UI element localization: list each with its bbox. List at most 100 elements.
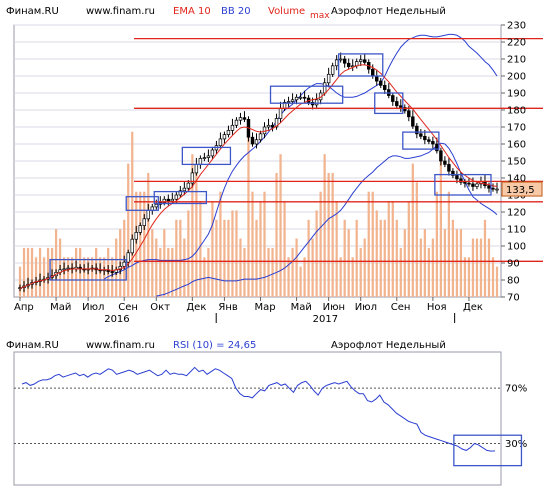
y-tick-label: 80 bbox=[507, 276, 520, 287]
candle-body bbox=[399, 105, 403, 108]
candle-body bbox=[254, 139, 259, 145]
volume-bar bbox=[371, 191, 374, 297]
volume-bar bbox=[339, 257, 342, 297]
rsi-level-label: 30% bbox=[505, 439, 527, 450]
candle-body bbox=[467, 182, 471, 185]
y-tick-label: 200 bbox=[507, 72, 526, 83]
candle-body bbox=[395, 101, 399, 107]
volume-bar bbox=[147, 172, 150, 297]
y-tick-label: 190 bbox=[507, 89, 526, 100]
candle-body bbox=[182, 187, 187, 192]
volume-bar bbox=[30, 247, 34, 297]
y-tick-label: 220 bbox=[507, 38, 526, 49]
x-month-label: Май bbox=[50, 302, 71, 313]
volume-bar bbox=[443, 229, 447, 297]
volume-bar bbox=[54, 229, 58, 297]
volume-bar bbox=[179, 219, 182, 297]
candle-body bbox=[262, 126, 267, 135]
volume-bar bbox=[239, 238, 242, 297]
candle-body bbox=[250, 136, 255, 145]
y-tick-label: 150 bbox=[507, 157, 526, 168]
y-tick-label: 180 bbox=[507, 106, 526, 117]
volume-bar bbox=[127, 163, 130, 297]
candle-body bbox=[238, 117, 243, 121]
volume-bar bbox=[83, 257, 86, 297]
candle-body bbox=[375, 75, 379, 82]
candle-body bbox=[383, 84, 387, 90]
candle-body bbox=[342, 58, 347, 64]
candle-body bbox=[379, 80, 383, 86]
candle-body bbox=[122, 261, 126, 267]
volume-bar bbox=[227, 219, 230, 297]
candle-body bbox=[302, 96, 307, 99]
volume-bar bbox=[363, 238, 366, 297]
candle-body bbox=[126, 252, 130, 263]
candle-body bbox=[174, 194, 179, 200]
volume-bar bbox=[335, 201, 338, 297]
volume-bar bbox=[447, 191, 451, 297]
rsi-header-url: www.finam.ru bbox=[86, 340, 155, 351]
candle-body bbox=[423, 136, 427, 141]
volume-bar bbox=[199, 201, 202, 297]
volume-bar bbox=[463, 257, 467, 297]
candle-body bbox=[202, 157, 207, 159]
volume-bar bbox=[379, 219, 382, 297]
volume-bar bbox=[46, 247, 50, 297]
candle-body bbox=[270, 124, 275, 128]
candle-body bbox=[294, 96, 299, 101]
y-tick-label: 160 bbox=[507, 140, 526, 151]
volume-bar bbox=[131, 131, 134, 297]
candle-body bbox=[411, 116, 415, 127]
volume-bar bbox=[231, 210, 234, 297]
last-price-label: 133,5 bbox=[506, 185, 535, 196]
volume-bar bbox=[175, 219, 178, 297]
volume-bar bbox=[275, 172, 278, 297]
volume-bar bbox=[103, 257, 106, 297]
candle-body bbox=[170, 198, 175, 202]
candle-body bbox=[314, 99, 319, 106]
candle-body bbox=[230, 124, 235, 131]
candle-body bbox=[334, 59, 339, 67]
volume-bar bbox=[279, 154, 282, 297]
y-tick-label: 230 bbox=[507, 21, 526, 32]
volume-bar bbox=[207, 247, 210, 297]
candle-body bbox=[290, 99, 295, 102]
volume-bar bbox=[391, 201, 394, 297]
volume-bar bbox=[111, 257, 114, 297]
candle-body bbox=[142, 218, 146, 226]
candle-body bbox=[66, 267, 70, 270]
volume-bar bbox=[411, 163, 414, 297]
chart-window: 7080901001101201301401501601701801902002… bbox=[0, 0, 550, 499]
volume-bar bbox=[479, 238, 483, 297]
x-month-label: Июл bbox=[355, 302, 377, 313]
volume-bar bbox=[343, 219, 346, 297]
candle-body bbox=[146, 209, 150, 220]
volume-bar bbox=[323, 154, 326, 297]
rsi-panel bbox=[13, 351, 502, 486]
candle-body bbox=[330, 65, 335, 75]
volume-bar bbox=[287, 257, 290, 297]
volume-bar bbox=[171, 247, 174, 297]
volume-bar bbox=[315, 210, 318, 297]
candle-body bbox=[322, 82, 327, 94]
candle-body bbox=[226, 130, 231, 135]
volume-bar bbox=[259, 201, 262, 297]
header-volume-label: Volume bbox=[268, 6, 305, 17]
y-tick-label: 170 bbox=[507, 123, 526, 134]
candle-body bbox=[326, 73, 331, 84]
volume-bar bbox=[243, 247, 246, 297]
volume-bar bbox=[18, 266, 22, 297]
volume-bar bbox=[215, 219, 218, 297]
candle-body bbox=[491, 187, 495, 190]
volume-bar bbox=[455, 229, 459, 297]
candle-body bbox=[455, 175, 459, 180]
candle-body bbox=[471, 183, 475, 187]
volume-bar bbox=[211, 201, 214, 297]
volume-bar bbox=[387, 201, 390, 297]
volume-bar bbox=[475, 238, 479, 297]
volume-bar bbox=[38, 247, 42, 297]
chart-canvas: 7080901001101201301401501601701801902002… bbox=[6, 6, 543, 486]
candle-body bbox=[286, 101, 291, 103]
volume-bar bbox=[291, 247, 294, 297]
volume-bar bbox=[495, 266, 499, 297]
